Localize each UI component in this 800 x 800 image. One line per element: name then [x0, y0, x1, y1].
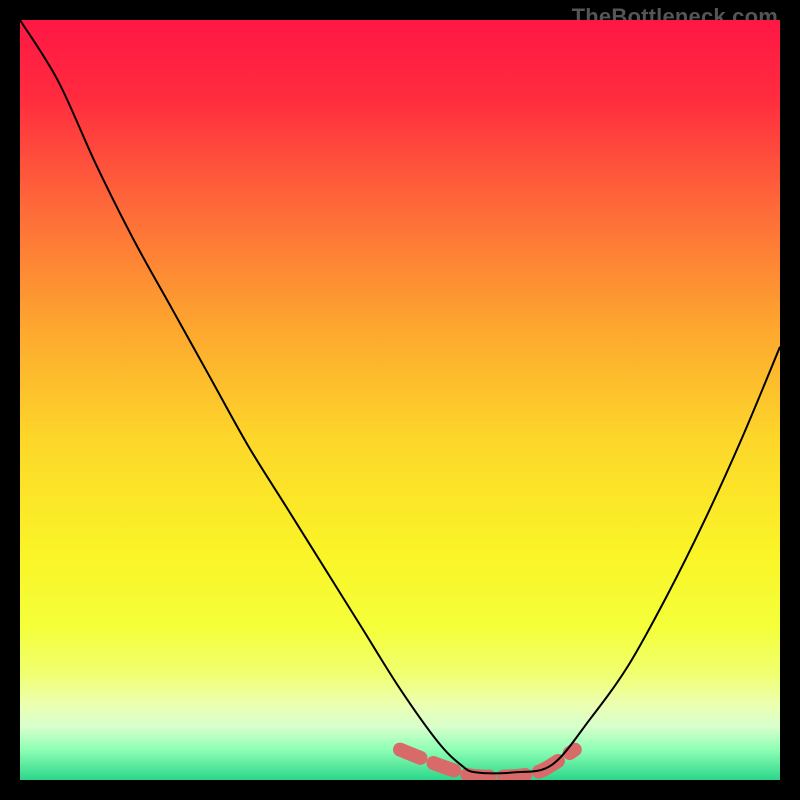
- bottleneck-chart: [20, 20, 780, 780]
- outer-frame: TheBottleneck.com: [0, 0, 800, 800]
- gradient-background: [20, 20, 780, 780]
- chart-plot-area: [20, 20, 780, 780]
